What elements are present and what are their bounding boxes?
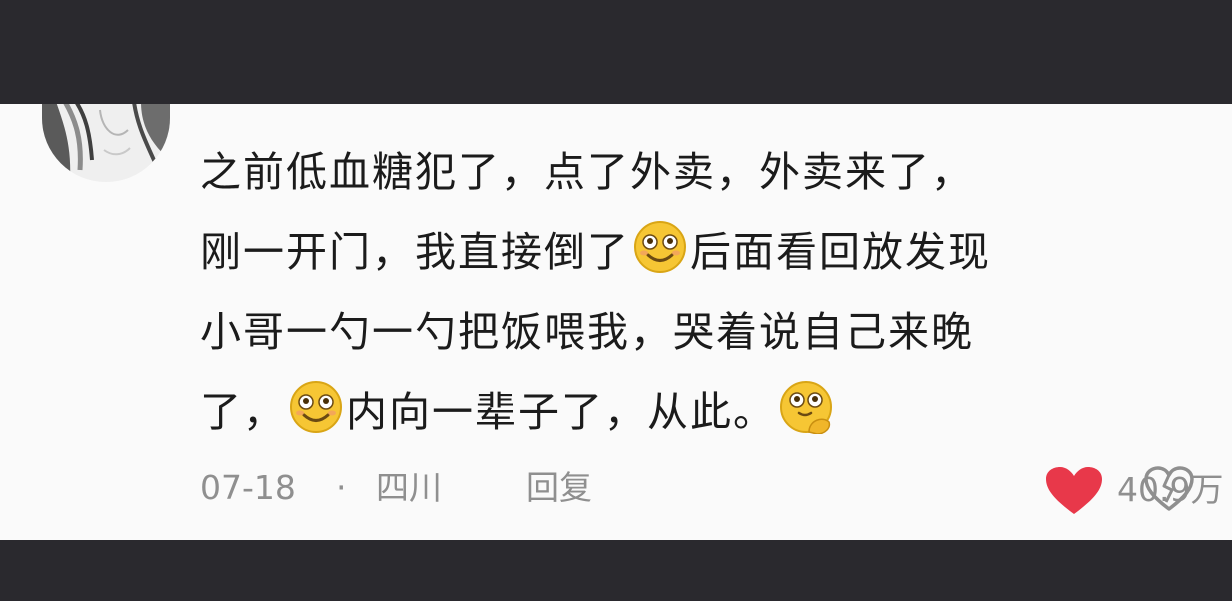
thinking-face-emoji-icon bbox=[780, 381, 832, 434]
avatar[interactable] bbox=[42, 104, 170, 182]
meta-separator: · bbox=[336, 468, 347, 507]
comment-segment: 后面看回放发现 bbox=[690, 228, 991, 276]
smirk-face-emoji-icon bbox=[290, 381, 342, 433]
comment-line-4: 了， 内向一辈子了，从此。 bbox=[200, 372, 1220, 452]
smirk-face-emoji-icon bbox=[634, 221, 686, 273]
comment-segment: 小哥一勺一勺把饭喂我，哭着说自己来晚 bbox=[200, 308, 974, 356]
comment-line-2: 刚一开门，我直接倒了 后面看回放发现 bbox=[200, 212, 1220, 292]
dislike-button[interactable] bbox=[1143, 466, 1195, 529]
comment-text: 之前低血糖犯了，点了外卖，外卖来了， 刚一开门，我直接倒了 后面看回放发现 小哥… bbox=[200, 132, 1220, 452]
heart-icon bbox=[1046, 467, 1102, 514]
reply-button[interactable]: 回复 bbox=[526, 460, 592, 516]
broken-heart-icon bbox=[1144, 466, 1194, 511]
comment-segment: 了， bbox=[200, 388, 286, 436]
comment-location: 四川 bbox=[376, 468, 442, 507]
comment-card: 之前低血糖犯了，点了外卖，外卖来了， 刚一开门，我直接倒了 后面看回放发现 小哥… bbox=[0, 104, 1232, 540]
bottom-frame-bar bbox=[0, 540, 1232, 601]
comment-segment: 之前低血糖犯了，点了外卖，外卖来了， bbox=[200, 148, 974, 196]
top-frame-bar bbox=[0, 0, 1232, 104]
comment-date: 07-18 bbox=[200, 468, 296, 507]
comment-line-1: 之前低血糖犯了，点了外卖，外卖来了， bbox=[200, 132, 1220, 212]
comment-meta: 07-18 · 四川 回复 40.9万 bbox=[200, 460, 1223, 516]
comment-line-3: 小哥一勺一勺把饭喂我，哭着说自己来晚 bbox=[200, 292, 1220, 372]
comment-segment: 刚一开门，我直接倒了 bbox=[200, 228, 630, 276]
comment-segment: 内向一辈子了，从此。 bbox=[346, 388, 776, 436]
